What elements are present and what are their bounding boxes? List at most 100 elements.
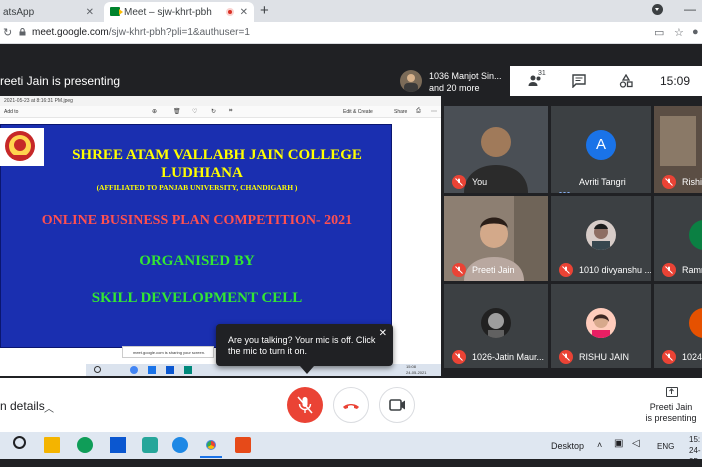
mail-icon[interactable] [110,437,126,453]
address-bar[interactable]: ↻ meet.google.com/sjw-khrt-pbh?pli=1&aut… [0,22,702,44]
meeting-clock: 15:09 [660,74,691,88]
mini-chrome-icon [130,366,138,374]
leave-call-button[interactable] [333,387,369,423]
presenting-status-text: is presenting [645,413,697,423]
presentation-slide: SHREE ATAM VALLABH JAIN COLLEGE LUDHIANA… [0,124,392,348]
search-icon[interactable] [13,436,26,449]
presenter-label: reeti Jain is presenting [0,74,121,88]
mini-app-icon [148,366,156,374]
more-icon: ⋯ [431,109,437,115]
tab-close-icon[interactable]: ✕ [240,7,248,18]
slide-college-name: SHREE ATAM VALLABH JAIN COLLEGE [72,147,362,163]
edit-create-button: Edit & Create [343,109,373,115]
presenting-status[interactable]: Preeti Jain is presenting [640,402,702,424]
mic-off-icon [662,350,676,364]
minimize-icon[interactable]: — [684,2,696,16]
speaking-indicator-icon [559,182,571,193]
camera-icon [389,399,405,411]
url-text[interactable]: meet.google.com/sjw-khrt-pbh?pli=1&authu… [32,27,250,38]
sharing-notice-text: meet.google.com is sharing your screen. [133,350,206,355]
participant-name: Rishi [682,177,702,187]
rotate-icon: ↻ [211,109,217,115]
mini-photos-icon [184,366,192,374]
participant-thumbnail[interactable] [400,70,422,92]
camera-permission-icon[interactable]: ▭ [654,26,664,39]
participant-tile-divyanshu[interactable]: 1010 divyanshu ... [551,196,651,281]
sharing-notice: meet.google.com is sharing your screen. [122,346,214,358]
mic-off-icon [452,175,466,189]
tab-title: atsApp [3,6,35,18]
system-time: 15: [689,435,701,444]
mic-off-icon [662,263,676,277]
presenting-status-name: Preeti Jain [649,402,693,412]
tooltip-close-icon[interactable]: ✕ [379,328,387,339]
mic-off-icon [662,175,676,189]
fullscreen-icon[interactable]: ⤢ [431,349,439,360]
participant-tile-jatin[interactable]: 1026-Jatin Maur... [444,284,548,368]
tab-whatsapp[interactable]: atsApp ✕ [0,2,100,22]
mic-off-icon [559,263,573,277]
profile-icon[interactable]: ● [692,26,699,38]
reload-icon[interactable]: ↻ [3,26,12,39]
participant-tile-1024[interactable]: 1024 [654,284,702,368]
active-app-indicator [200,456,222,458]
participant-avatar [689,220,702,250]
participant-tile-you[interactable]: You [444,106,548,193]
share-button: Share [394,109,408,115]
chat-icon[interactable] [572,74,586,88]
mini-clock: 15:08 24-05-2021 [406,364,426,376]
bookmark-star-icon[interactable]: ☆ [674,26,684,39]
input-language[interactable]: ENG [657,442,674,451]
print-icon: ⎙ [416,108,421,114]
system-date: 24-05 [689,446,701,466]
system-clock[interactable]: 15: 24-05 [689,434,702,467]
chevron-up-icon[interactable]: ˄ [597,440,602,450]
delete-icon: 🗑 [173,109,181,115]
volume-icon[interactable]: ◁ [632,438,640,449]
mic-toggle-button[interactable] [287,387,323,423]
favorite-icon: ♡ [192,109,198,115]
tooltip-text: Are you talking? Your mic is off. Click … [228,335,376,356]
participant-avatar: A [586,130,616,160]
edge-icon[interactable] [77,437,93,453]
crop-icon: ⌗ [229,108,233,114]
participant-tile-ramn[interactable]: Ramn [654,196,702,281]
people-summary[interactable]: 1036 Manjot Sin... and 20 more [429,70,502,94]
participant-tile-preeti[interactable]: Preeti Jain [444,196,548,281]
slide-organiser: SKILL DEVELOPMENT CELL [91,290,303,306]
slide-affiliation: (AFFILIATED TO PANJAB UNIVERSITY, CHANDI… [96,183,298,192]
participant-tile-avriti[interactable]: A Avriti Tangri [551,106,651,193]
meeting-details-button[interactable]: n details [0,399,45,413]
participant-avatar [586,220,616,250]
chat-app-icon[interactable] [142,437,158,453]
participant-name: Ramn [682,265,702,275]
participant-avatar [689,308,702,338]
tab-search-icon[interactable] [652,4,663,15]
present-now-icon[interactable] [666,387,678,397]
store-icon[interactable] [172,437,188,453]
new-tab-button[interactable]: + [260,2,269,19]
add-to-button: Add to [4,109,19,115]
tab-meet[interactable]: Meet – sjw-khrt-pbh ✕ [104,2,254,22]
recording-indicator-icon [226,8,234,16]
participant-avatar [586,308,616,338]
chrome-icon[interactable] [203,437,219,453]
tab-close-icon[interactable]: ✕ [86,7,94,18]
participant-name: RISHU JAIN [579,352,630,362]
mini-date: 24-05-2021 [406,370,427,375]
mini-time: 15:08 [406,364,417,369]
activities-icon[interactable] [619,74,633,88]
file-explorer-icon[interactable] [44,437,60,453]
camera-toggle-button[interactable] [379,387,415,423]
college-logo [0,128,44,166]
mic-off-icon [452,350,466,364]
participant-avatar [481,308,511,338]
hang-up-icon [343,404,359,409]
participant-tile-rishu[interactable]: RISHU JAIN [551,284,651,368]
chevron-up-icon[interactable]: ︿ [44,400,54,415]
network-icon[interactable]: ▣ [614,438,623,449]
office-icon[interactable] [235,437,251,453]
desktop-toolbar-label[interactable]: Desktop [551,441,584,451]
participant-tile-rishi[interactable]: Rishi [654,106,702,193]
tab-title: Meet – sjw-khrt-pbh [124,6,212,18]
